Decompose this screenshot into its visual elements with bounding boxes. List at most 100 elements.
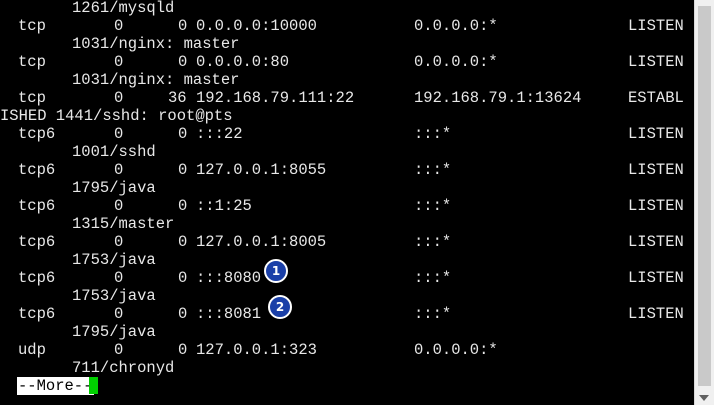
pid-program: 1261/mysqld — [72, 0, 175, 17]
pid-program: 1795/java — [72, 179, 156, 197]
table-row: tcp6 0 0 ::1:25 :::* LISTEN — [18, 197, 684, 215]
local-address: 127.0.0.1:8005 — [196, 233, 327, 251]
annotation-badge-1: 1 — [264, 259, 288, 283]
proto: tcp — [18, 89, 46, 107]
table-row: udp 0 0 127.0.0.1:323 0.0.0.0:* — [18, 341, 498, 359]
send-q: 36 — [168, 89, 187, 107]
local-address: ::1:25 — [196, 197, 252, 215]
state: LISTEN — [628, 305, 684, 323]
pid-program-line: 1315/master — [18, 215, 174, 233]
pid-program-line: 1031/nginx: master — [18, 71, 239, 89]
state: ESTABL — [628, 89, 684, 107]
send-q: 0 — [178, 269, 188, 287]
pid-program: 1315/master — [72, 215, 175, 233]
state: LISTEN — [628, 233, 684, 251]
recv-q: 0 — [114, 269, 124, 287]
table-row: tcp6 0 0 :::22 :::* LISTEN — [18, 125, 684, 143]
state: LISTEN — [628, 53, 684, 71]
more-prompt[interactable]: --More-- — [17, 377, 95, 395]
state: LISTEN — [628, 17, 684, 35]
recv-q: 0 — [114, 89, 124, 107]
pid-program-line: 711/chronyd — [18, 359, 174, 377]
table-row: tcp 0 0 0.0.0.0:10000 0.0.0.0:* LISTEN — [18, 17, 684, 35]
table-row: tcp 0 36 192.168.79.111:22 192.168.79.1:… — [18, 89, 684, 107]
local-address: :::22 — [196, 125, 243, 143]
foreign-address: :::* — [414, 269, 452, 287]
send-q: 0 — [178, 125, 188, 143]
foreign-address: 0.0.0.0:* — [414, 53, 498, 71]
table-row: tcp 0 0 0.0.0.0:80 0.0.0.0:* LISTEN — [18, 53, 684, 71]
pid-program-line: 1753/java — [18, 287, 156, 305]
pid-program: 1795/java — [72, 323, 156, 341]
proto: tcp6 — [18, 197, 56, 215]
cursor-block — [89, 377, 98, 394]
table-row: tcp6 0 0 :::8080 :::* LISTEN — [18, 269, 684, 287]
send-q: 0 — [178, 305, 188, 323]
proto: tcp6 — [18, 305, 56, 323]
send-q: 0 — [178, 161, 188, 179]
vertical-scrollbar[interactable] — [694, 0, 714, 405]
recv-q: 0 — [114, 53, 124, 71]
pid-program: 1753/java — [72, 287, 156, 305]
pid-program: ISHED 1441/sshd: root@pts — [0, 107, 233, 125]
table-row: tcp6 0 0 127.0.0.1:8005 :::* LISTEN — [18, 233, 684, 251]
recv-q: 0 — [114, 17, 124, 35]
foreign-address: 192.168.79.1:13624 — [414, 89, 582, 107]
recv-q: 0 — [114, 305, 124, 323]
proto: tcp6 — [18, 269, 56, 287]
state: LISTEN — [628, 125, 684, 143]
proto: tcp — [18, 53, 46, 71]
state: LISTEN — [628, 269, 684, 287]
foreign-address: :::* — [414, 233, 452, 251]
local-address: 192.168.79.111:22 — [196, 89, 355, 107]
pid-program: 1031/nginx: master — [72, 35, 240, 53]
foreign-address: 0.0.0.0:* — [414, 341, 498, 359]
state: LISTEN — [628, 197, 684, 215]
local-address: :::8080 — [196, 269, 262, 287]
pid-program-line: ISHED 1441/sshd: root@pts — [0, 107, 233, 125]
proto: udp — [18, 341, 46, 359]
pid-program-line: 1001/sshd — [18, 143, 156, 161]
send-q: 0 — [178, 53, 188, 71]
terminal-output[interactable]: 1261/mysqld tcp 0 0 0.0.0.0:10000 0.0.0.… — [0, 0, 694, 405]
foreign-address: :::* — [414, 125, 452, 143]
pid-program: 711/chronyd — [72, 359, 175, 377]
send-q: 0 — [178, 341, 188, 359]
recv-q: 0 — [114, 197, 124, 215]
scroll-down-arrow-icon[interactable] — [699, 395, 709, 401]
pid-program: 1001/sshd — [72, 143, 156, 161]
recv-q: 0 — [114, 125, 124, 143]
recv-q: 0 — [114, 233, 124, 251]
local-address: 0.0.0.0:10000 — [196, 17, 317, 35]
pid-program-line: 1261/mysqld — [18, 0, 174, 17]
annotation-badge-2: 2 — [268, 295, 292, 319]
send-q: 0 — [178, 17, 188, 35]
pid-program-line: 1031/nginx: master — [18, 35, 239, 53]
pid-program: 1031/nginx: master — [72, 71, 240, 89]
proto: tcp — [18, 17, 46, 35]
terminal-window: 1261/mysqld tcp 0 0 0.0.0.0:10000 0.0.0.… — [0, 0, 714, 405]
send-q: 0 — [178, 197, 188, 215]
pid-program-line: 1795/java — [18, 323, 156, 341]
proto: tcp6 — [18, 161, 56, 179]
local-address: 127.0.0.1:323 — [196, 341, 317, 359]
local-address: :::8081 — [196, 305, 262, 323]
table-row: tcp6 0 0 127.0.0.1:8055 :::* LISTEN — [18, 161, 684, 179]
local-address: 0.0.0.0:80 — [196, 53, 290, 71]
proto: tcp6 — [18, 125, 56, 143]
recv-q: 0 — [114, 341, 124, 359]
scrollbar-thumb[interactable] — [698, 6, 711, 386]
state: LISTEN — [628, 161, 684, 179]
foreign-address: :::* — [414, 197, 452, 215]
foreign-address: 0.0.0.0:* — [414, 17, 498, 35]
pid-program-line: 1795/java — [18, 179, 156, 197]
local-address: 127.0.0.1:8055 — [196, 161, 327, 179]
foreign-address: :::* — [414, 161, 452, 179]
table-row: tcp6 0 0 :::8081 :::* LISTEN — [18, 305, 684, 323]
pid-program-line: 1753/java — [18, 251, 156, 269]
recv-q: 0 — [114, 161, 124, 179]
send-q: 0 — [178, 233, 188, 251]
foreign-address: :::* — [414, 305, 452, 323]
pid-program: 1753/java — [72, 251, 156, 269]
proto: tcp6 — [18, 233, 56, 251]
